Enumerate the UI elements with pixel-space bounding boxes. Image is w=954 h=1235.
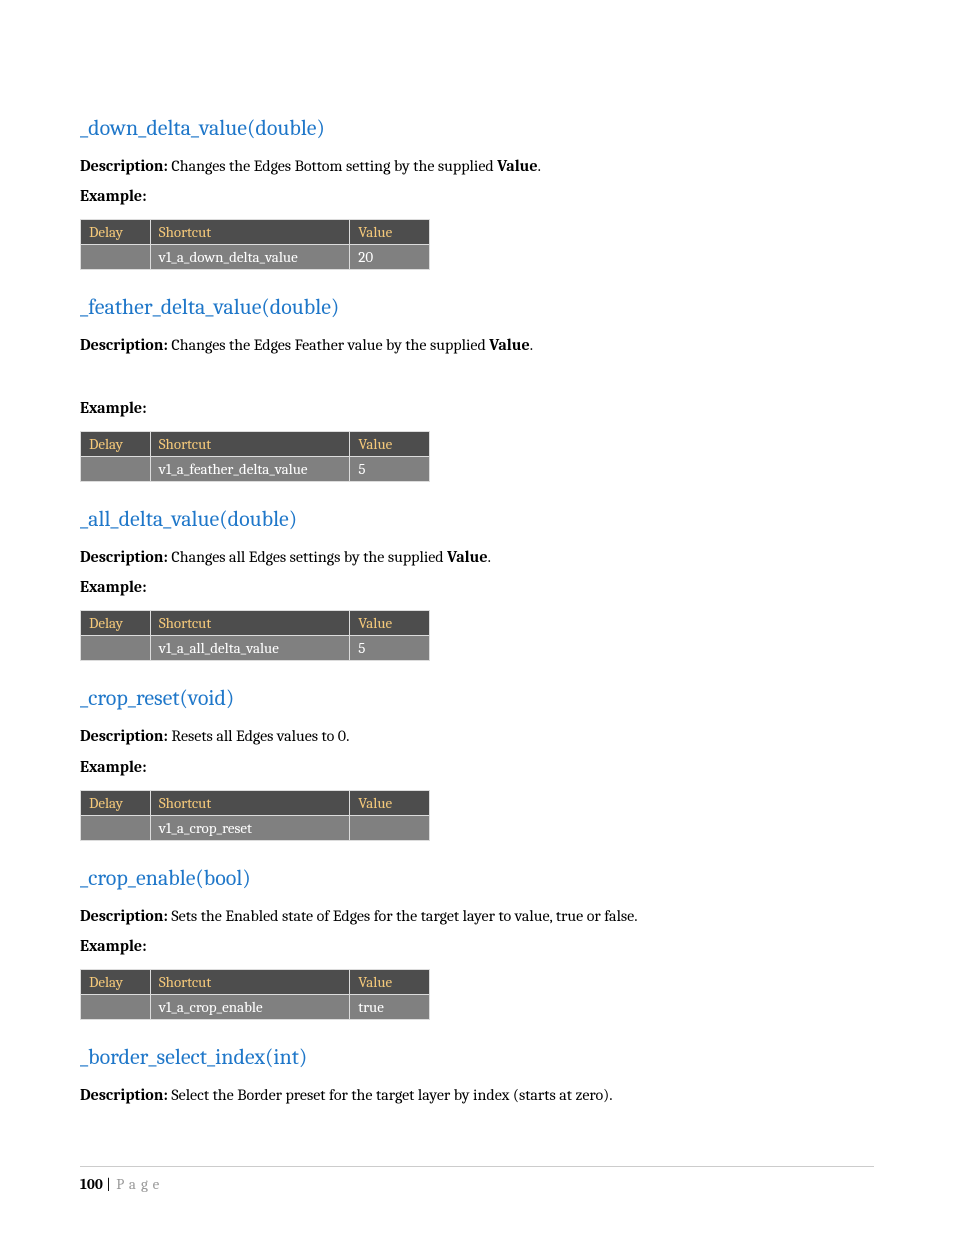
description-label: Description: [80, 336, 168, 354]
description-line: Description: Changes all Edges settings … [80, 546, 874, 568]
table-header-row: Delay Shortcut Value [81, 220, 430, 245]
th-shortcut: Shortcut [150, 611, 349, 636]
page-number: 100 [80, 1175, 103, 1193]
description-label: Description: [80, 157, 168, 175]
page-content: _down_delta_value(double) Description: C… [0, 0, 954, 1106]
td-delay [81, 815, 151, 840]
th-shortcut: Shortcut [150, 790, 349, 815]
page-word: Page [116, 1175, 164, 1193]
description-bold: Value [497, 157, 537, 175]
th-value: Value [350, 220, 430, 245]
table-header-row: Delay Shortcut Value [81, 431, 430, 456]
table-row: v1_a_all_delta_value 5 [81, 636, 430, 661]
th-delay: Delay [81, 611, 151, 636]
td-delay [81, 456, 151, 481]
description-label: Description: [80, 548, 168, 566]
td-value: 5 [350, 456, 430, 481]
example-label: Example: [80, 758, 874, 776]
shortcut-table: Delay Shortcut Value v1_a_crop_enable tr… [80, 969, 430, 1020]
description-text: Resets all Edges values to 0. [171, 727, 349, 745]
section-title: _crop_enable(bool) [80, 865, 874, 891]
description-text: Sets the Enabled state of Edges for the … [171, 907, 637, 925]
shortcut-table: Delay Shortcut Value v1_a_down_delta_val… [80, 219, 430, 270]
th-shortcut: Shortcut [150, 220, 350, 245]
description-post: . [530, 336, 533, 354]
description-bold: Value [447, 548, 487, 566]
example-label: Example: [80, 399, 874, 417]
description-line: Description: Changes the Edges Bottom se… [80, 155, 874, 177]
th-value: Value [350, 969, 430, 994]
th-value: Value [350, 431, 430, 456]
description-bold: Value [489, 336, 529, 354]
description-line: Description: Changes the Edges Feather v… [80, 334, 874, 356]
table-header-row: Delay Shortcut Value [81, 790, 430, 815]
table-row: v1_a_down_delta_value 20 [81, 245, 430, 270]
table-row: v1_a_crop_enable true [81, 994, 430, 1019]
description-label: Description: [80, 1086, 168, 1104]
table-row: v1_a_feather_delta_value 5 [81, 456, 430, 481]
example-label: Example: [80, 937, 874, 955]
td-value: 5 [350, 636, 430, 661]
th-delay: Delay [81, 969, 151, 994]
td-delay [81, 636, 151, 661]
description-text: Select the Border preset for the target … [171, 1086, 612, 1104]
table-header-row: Delay Shortcut Value [81, 611, 430, 636]
th-shortcut: Shortcut [150, 431, 350, 456]
description-text: Changes the Edges Feather value by the s… [171, 336, 489, 354]
td-shortcut: v1_a_down_delta_value [150, 245, 350, 270]
table-row: v1_a_crop_reset [81, 815, 430, 840]
section-title: _border_select_index(int) [80, 1044, 874, 1070]
td-shortcut: v1_a_feather_delta_value [150, 456, 350, 481]
td-delay [81, 245, 151, 270]
table-header-row: Delay Shortcut Value [81, 969, 430, 994]
description-post: . [538, 157, 541, 175]
description-text: Changes the Edges Bottom setting by the … [171, 157, 497, 175]
th-shortcut: Shortcut [150, 969, 349, 994]
description-post: . [488, 548, 491, 566]
shortcut-table: Delay Shortcut Value v1_a_all_delta_valu… [80, 610, 430, 661]
td-value: 20 [350, 245, 430, 270]
th-value: Value [350, 611, 430, 636]
footer-sep: | [103, 1175, 114, 1193]
description-text: Changes all Edges settings by the suppli… [171, 548, 447, 566]
section-title: _all_delta_value(double) [80, 506, 874, 532]
example-label: Example: [80, 578, 874, 596]
section-title: _down_delta_value(double) [80, 115, 874, 141]
td-value [350, 815, 430, 840]
description-label: Description: [80, 727, 168, 745]
td-value: true [350, 994, 430, 1019]
example-label: Example: [80, 187, 874, 205]
shortcut-table: Delay Shortcut Value v1_a_crop_reset [80, 790, 430, 841]
section-title: _feather_delta_value(double) [80, 294, 874, 320]
page-footer: 100 | Page [80, 1166, 874, 1193]
td-delay [81, 994, 151, 1019]
section-title: _crop_reset(void) [80, 685, 874, 711]
description-line: Description: Sets the Enabled state of E… [80, 905, 874, 927]
shortcut-table: Delay Shortcut Value v1_a_feather_delta_… [80, 431, 430, 482]
td-shortcut: v1_a_all_delta_value [150, 636, 349, 661]
spacer [80, 367, 874, 399]
th-delay: Delay [81, 431, 151, 456]
th-delay: Delay [81, 220, 151, 245]
description-label: Description: [80, 907, 168, 925]
th-delay: Delay [81, 790, 151, 815]
td-shortcut: v1_a_crop_reset [150, 815, 349, 840]
th-value: Value [350, 790, 430, 815]
description-line: Description: Resets all Edges values to … [80, 725, 874, 747]
td-shortcut: v1_a_crop_enable [150, 994, 349, 1019]
description-line: Description: Select the Border preset fo… [80, 1084, 874, 1106]
